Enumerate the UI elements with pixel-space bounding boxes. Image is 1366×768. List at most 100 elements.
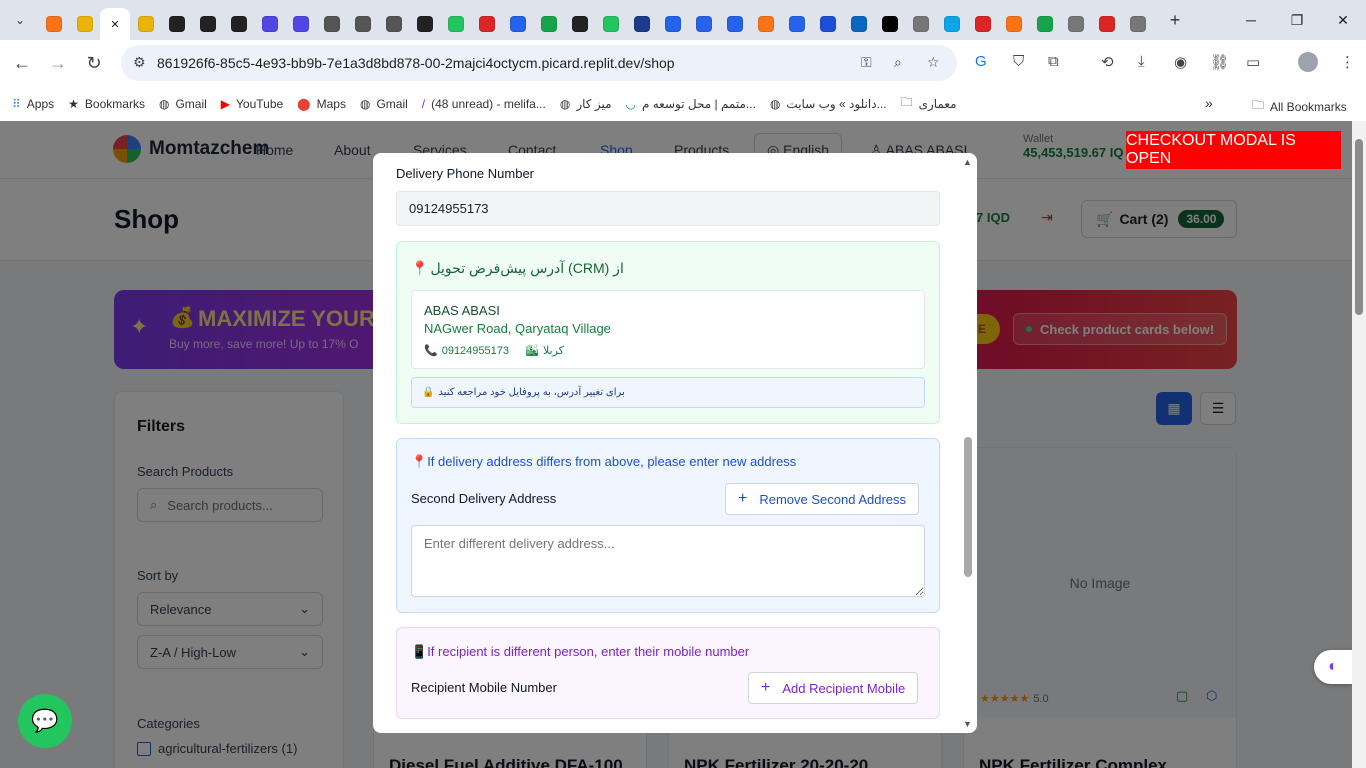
screenshot-icon[interactable]: ◉ xyxy=(1174,53,1187,71)
browser-tab-8[interactable] xyxy=(254,8,285,40)
browser-tab-36[interactable] xyxy=(1122,8,1153,40)
browser-tab-16[interactable] xyxy=(502,8,533,40)
tab-search-button[interactable]: ⌄ xyxy=(8,8,32,32)
link-icon[interactable]: ⛓ xyxy=(1210,53,1229,71)
modal-scrollbar-thumb[interactable] xyxy=(964,437,972,577)
browser-tab-21[interactable] xyxy=(657,8,688,40)
new-tab-button[interactable]: + xyxy=(1163,8,1187,32)
minimize-button[interactable]: ─ xyxy=(1228,0,1274,40)
browser-tab-1[interactable] xyxy=(38,8,69,40)
browser-tab-32[interactable] xyxy=(998,8,1029,40)
profile-avatar[interactable] xyxy=(1298,52,1318,72)
site-info-icon[interactable]: ⚙ xyxy=(133,54,146,71)
shield-extension-icon[interactable]: ⛉ xyxy=(1013,53,1024,70)
browser-tab-7[interactable] xyxy=(223,8,254,40)
browser-tab-15[interactable] xyxy=(471,8,502,40)
second-address-textarea[interactable] xyxy=(411,525,925,597)
reload-button[interactable]: ↻ xyxy=(76,45,112,81)
tab-favicon-icon xyxy=(881,16,898,32)
bookmark-item[interactable]: ◍ دانلود » وب سایت... xyxy=(770,93,887,114)
browser-tab-27[interactable] xyxy=(843,8,874,40)
browser-tab-30[interactable] xyxy=(936,8,967,40)
menu-kebab-icon[interactable]: ⋮ xyxy=(1340,53,1355,71)
tab-favicon-icon xyxy=(1036,16,1053,32)
bookmark-item[interactable]: ⠿ Apps xyxy=(12,93,54,114)
browser-tab-11[interactable] xyxy=(347,8,378,40)
browser-tab-3[interactable]: ✕ xyxy=(100,8,130,40)
close-window-button[interactable]: ✕ xyxy=(1320,0,1366,40)
bookmark-item[interactable]: ◡ متمم | محل توسعه م... xyxy=(626,93,756,114)
bookmark-star-icon[interactable]: ☆ xyxy=(927,54,940,71)
browser-tab-9[interactable] xyxy=(285,8,316,40)
browser-tab-29[interactable] xyxy=(905,8,936,40)
browser-tab-35[interactable] xyxy=(1091,8,1122,40)
bookmark-item[interactable]: ◍ Gmail xyxy=(159,93,207,114)
url-text[interactable]: 861926f6-85c5-4e93-bb9b-7e1a3d8bd878-00-… xyxy=(157,55,675,71)
browser-tab-31[interactable] xyxy=(967,8,998,40)
bookmark-item[interactable]: ⬤ Maps xyxy=(297,93,346,114)
download-icon[interactable]: ⤓ xyxy=(1138,53,1145,70)
browser-tab-12[interactable] xyxy=(378,8,409,40)
browser-tab-14[interactable] xyxy=(440,8,471,40)
browser-tab-22[interactable] xyxy=(688,8,719,40)
browser-tab-2[interactable] xyxy=(69,8,100,40)
browser-tab-28[interactable] xyxy=(874,8,905,40)
scroll-down-icon[interactable]: ▼ xyxy=(963,719,972,729)
browser-tab-4[interactable] xyxy=(130,8,161,40)
back-button[interactable]: ← xyxy=(4,45,40,81)
browser-tab-5[interactable] xyxy=(161,8,192,40)
bookmark-item[interactable]: ◍ میز کار xyxy=(560,93,612,114)
address-bar[interactable]: ⚙ 861926f6-85c5-4e93-bb9b-7e1a3d8bd878-0… xyxy=(121,45,957,81)
bookmark-item[interactable]: 🗀 معماری xyxy=(901,93,957,114)
second-address-section: 📍If delivery address differs from above,… xyxy=(396,438,940,613)
chat-widget-button[interactable]: 💬 xyxy=(18,694,72,748)
bookmark-label: متمم | محل توسعه م... xyxy=(641,96,756,111)
pin-icon: 📍 xyxy=(411,454,428,469)
assistant-widget-button[interactable]: ◐ xyxy=(1314,650,1352,684)
browser-tab-10[interactable] xyxy=(316,8,347,40)
browser-tab-25[interactable] xyxy=(781,8,812,40)
browser-tab-13[interactable] xyxy=(409,8,440,40)
delivery-phone-input[interactable]: 09124955173 xyxy=(396,191,940,226)
bookmark-label: دانلود » وب سایت... xyxy=(786,96,887,111)
scroll-up-icon[interactable]: ▲ xyxy=(963,157,972,167)
bookmark-item[interactable]: ◍ Gmail xyxy=(360,93,408,114)
modal-scrollbar[interactable]: ▲ ▼ xyxy=(963,157,973,729)
bookmark-item[interactable]: ▶ YouTube xyxy=(221,93,283,114)
all-bookmarks-button[interactable]: 🗀 All Bookmarks xyxy=(1252,96,1347,117)
bookmark-item[interactable]: ★ Bookmarks xyxy=(68,93,145,114)
star-icon: ★ xyxy=(68,96,79,111)
browser-tab-26[interactable] xyxy=(812,8,843,40)
password-key-icon[interactable]: ⚿ xyxy=(861,54,872,71)
browser-toolbar: ← → ↻ ⚙ 861926f6-85c5-4e93-bb9b-7e1a3d8b… xyxy=(0,40,1366,86)
add-recipient-mobile-button[interactable]: + Add Recipient Mobile xyxy=(748,672,919,704)
browser-tab-17[interactable] xyxy=(533,8,564,40)
zoom-icon[interactable]: ⌕ xyxy=(894,54,902,71)
browser-tab-34[interactable] xyxy=(1060,8,1091,40)
plus-icon: + xyxy=(738,490,748,507)
remove-second-address-button[interactable]: + Remove Second Address xyxy=(725,483,920,515)
browser-tab-6[interactable] xyxy=(192,8,223,40)
delivery-phone-label: Delivery Phone Number xyxy=(396,166,535,181)
browser-tab-24[interactable] xyxy=(750,8,781,40)
browser-tab-23[interactable] xyxy=(719,8,750,40)
forward-button[interactable]: → xyxy=(40,45,76,81)
browser-tab-20[interactable] xyxy=(626,8,657,40)
history-icon[interactable]: ⟲ xyxy=(1101,53,1114,71)
scrollbar-thumb[interactable] xyxy=(1355,139,1363,315)
bookmark-item[interactable]: / (48 unread) - melifa... xyxy=(422,93,546,114)
extensions-icon[interactable]: ⧉ xyxy=(1048,53,1059,70)
more-bookmarks-button[interactable]: » xyxy=(1205,95,1213,111)
sidepanel-icon[interactable]: ▭ xyxy=(1246,53,1260,71)
tab-strip: ⌄ ✕ + ─ ❐ ✕ xyxy=(0,0,1366,40)
mottamem-icon: ◡ xyxy=(625,96,636,111)
maximize-button[interactable]: ❐ xyxy=(1274,0,1320,40)
page-scrollbar[interactable] xyxy=(1352,121,1366,768)
browser-tab-33[interactable] xyxy=(1029,8,1060,40)
browser-tab-18[interactable] xyxy=(564,8,595,40)
tab-favicon-icon xyxy=(695,16,712,32)
browser-tab-19[interactable] xyxy=(595,8,626,40)
translate-icon[interactable]: G xyxy=(975,53,987,70)
second-address-label: Second Delivery Address xyxy=(411,491,557,506)
checkout-status-banner: CHECKOUT MODAL IS OPEN xyxy=(1126,131,1341,169)
